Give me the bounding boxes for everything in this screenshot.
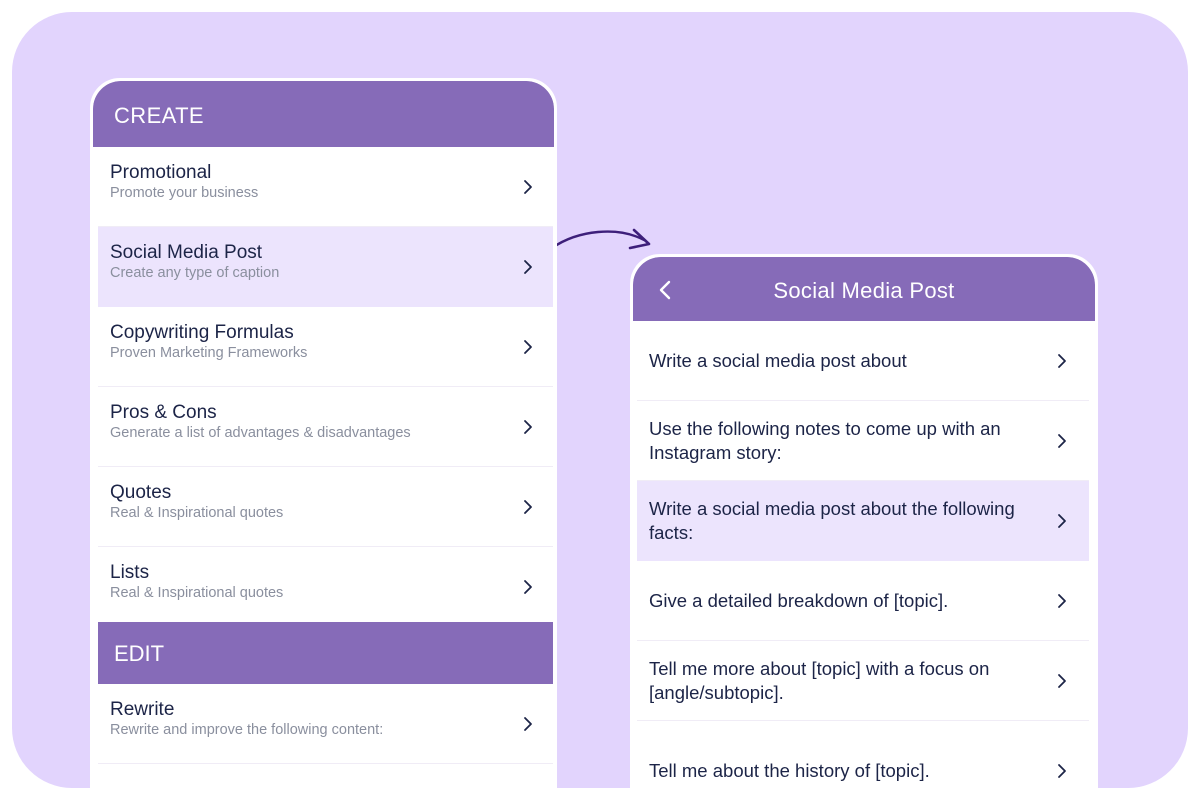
chevron-right-icon <box>1058 763 1066 778</box>
item-title: Social Media Post <box>110 242 263 263</box>
prompt-text: Give a detailed breakdown of [topic]. <box>649 589 949 611</box>
edit-section-title: EDIT <box>114 641 165 666</box>
chevron-right-icon <box>1058 673 1066 688</box>
create-list: Promotional Promote your business Social… <box>98 147 553 627</box>
create-header: CREATE <box>93 81 554 147</box>
chevron-right-icon <box>524 339 532 354</box>
prompt-item[interactable]: Give a detailed breakdown of [topic]. <box>637 561 1089 641</box>
list-item-lists[interactable]: Lists Real & Inspirational quotes <box>98 547 553 627</box>
chevron-right-icon <box>524 419 532 434</box>
create-section-title: CREATE <box>114 103 205 128</box>
item-subtitle: Proven Marketing Frameworks <box>110 345 308 361</box>
chevron-right-icon <box>1058 353 1066 368</box>
detail-title: Social Media Post <box>773 278 955 303</box>
prompt-item-highlighted[interactable]: Write a social media post about the foll… <box>637 481 1089 561</box>
item-title: Pros & Cons <box>110 402 217 423</box>
item-subtitle: Rewrite and improve the following conten… <box>110 722 384 738</box>
list-item-copywriting-formulas[interactable]: Copywriting Formulas Proven Marketing Fr… <box>98 307 553 387</box>
prompt-list: Write a social media post about Use the … <box>637 321 1089 797</box>
item-subtitle: Generate a list of advantages & disadvan… <box>110 425 411 441</box>
prompt-text: Write a social media post about <box>649 349 907 371</box>
item-subtitle: Create any type of caption <box>110 265 280 281</box>
prompt-text: Write a social media post about the foll… <box>649 497 1015 543</box>
chevron-right-icon <box>524 716 532 731</box>
chevron-right-icon <box>1058 593 1066 608</box>
prompt-item[interactable]: Tell me more about [topic] with a focus … <box>637 641 1089 721</box>
prompt-text: Use the following notes to come up with … <box>649 417 1001 463</box>
prompt-text: Tell me about the history of [topic]. <box>649 759 930 781</box>
item-title: Quotes <box>110 482 172 503</box>
list-item-social-media-post[interactable]: Social Media Post Create any type of cap… <box>98 227 553 307</box>
item-title: Lists <box>110 562 150 583</box>
prompt-item[interactable]: Write a social media post about <box>637 321 1089 401</box>
item-subtitle: Real & Inspirational quotes <box>110 505 284 521</box>
item-title: Copywriting Formulas <box>110 322 294 343</box>
prompt-item[interactable]: Use the following notes to come up with … <box>637 401 1089 481</box>
create-panel: CREATE Promotional Promote your business… <box>90 78 557 798</box>
list-item-rewrite[interactable]: Rewrite Rewrite and improve the followin… <box>98 684 553 764</box>
chevron-right-icon <box>1058 433 1066 448</box>
list-item-pros-cons[interactable]: Pros & Cons Generate a list of advantage… <box>98 387 553 467</box>
chevron-right-icon <box>524 579 532 594</box>
chevron-right-icon <box>524 179 532 194</box>
chevron-right-icon <box>524 499 532 514</box>
item-title: Rewrite <box>110 699 175 720</box>
edit-list: Rewrite Rewrite and improve the followin… <box>98 684 553 764</box>
list-item-promotional[interactable]: Promotional Promote your business <box>98 147 553 227</box>
item-title: Promotional <box>110 162 212 183</box>
chevron-right-icon <box>1058 513 1066 528</box>
curved-arrow-icon <box>550 228 651 250</box>
edit-header: EDIT <box>98 622 553 684</box>
social-media-post-panel: Social Media Post Write a social media p… <box>630 254 1098 800</box>
detail-header: Social Media Post <box>633 257 1095 321</box>
chevron-right-icon <box>524 259 532 274</box>
list-item-quotes[interactable]: Quotes Real & Inspirational quotes <box>98 467 553 547</box>
prompt-item[interactable]: Tell me about the history of [topic]. <box>637 721 1089 797</box>
item-subtitle: Real & Inspirational quotes <box>110 585 284 601</box>
item-subtitle: Promote your business <box>110 185 259 201</box>
prompt-text: Tell me more about [topic] with a focus … <box>649 657 990 703</box>
